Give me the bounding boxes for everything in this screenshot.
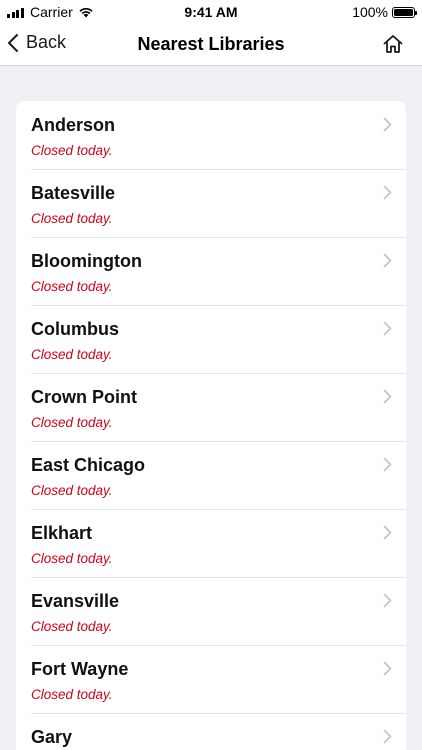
chevron-right-icon <box>383 729 392 744</box>
battery-nub <box>415 10 417 15</box>
chevron-right-icon <box>383 457 392 472</box>
library-name: Crown Point <box>31 387 137 407</box>
navigation-bar: Back Nearest Libraries <box>0 24 422 66</box>
page-title: Nearest Libraries <box>137 34 285 54</box>
library-list-item[interactable]: East Chicago Closed today. <box>16 441 406 509</box>
library-list-item[interactable]: Elkhart Closed today. <box>16 509 406 577</box>
library-status: Closed today. <box>31 143 113 158</box>
library-status: Closed today. <box>31 347 113 362</box>
library-name: Gary <box>31 727 73 747</box>
status-bar: Carrier 9:41 AM 100% <box>0 0 422 24</box>
library-list-item[interactable]: Anderson Closed today. <box>16 101 406 169</box>
library-name: Columbus <box>31 319 119 339</box>
library-name: Fort Wayne <box>31 659 129 679</box>
library-name: Elkhart <box>31 523 93 543</box>
chevron-right-icon <box>383 185 392 200</box>
status-right: 100% <box>352 4 417 20</box>
library-list-item[interactable]: Evansville Closed today. <box>16 577 406 645</box>
library-name: Anderson <box>31 115 116 135</box>
library-list-item[interactable]: Columbus Closed today. <box>16 305 406 373</box>
library-status: Closed today. <box>31 415 113 430</box>
library-list-item[interactable]: Gary Closed today. <box>16 713 406 750</box>
battery-percent: 100% <box>352 4 388 20</box>
chevron-right-icon <box>383 525 392 540</box>
library-list-item[interactable]: Batesville Closed today. <box>16 169 406 237</box>
home-icon[interactable] <box>382 33 404 55</box>
library-list-item[interactable]: Bloomington Closed today. <box>16 237 406 305</box>
library-status: Closed today. <box>31 279 113 294</box>
library-status: Closed today. <box>31 619 113 634</box>
chevron-right-icon <box>383 661 392 676</box>
chevron-right-icon <box>383 321 392 336</box>
battery-icon <box>392 6 417 18</box>
battery-fill <box>394 8 413 16</box>
library-status: Closed today. <box>31 551 113 566</box>
library-list-item[interactable]: Fort Wayne Closed today. <box>16 645 406 713</box>
library-name: Batesville <box>31 183 116 203</box>
library-status: Closed today. <box>31 483 113 498</box>
chevron-right-icon <box>383 117 392 132</box>
library-list-item[interactable]: Crown Point Closed today. <box>16 373 406 441</box>
library-name: East Chicago <box>31 455 146 475</box>
chevron-right-icon <box>383 593 392 608</box>
library-name: Bloomington <box>31 251 142 271</box>
chevron-right-icon <box>383 253 392 268</box>
library-name: Evansville <box>31 591 120 611</box>
library-status: Closed today. <box>31 687 113 702</box>
library-list: Anderson Closed today. Batesville Closed… <box>16 101 406 750</box>
library-status: Closed today. <box>31 211 113 226</box>
screen: Carrier 9:41 AM 100% Back Nearest Librar… <box>0 0 422 750</box>
chevron-right-icon <box>383 389 392 404</box>
